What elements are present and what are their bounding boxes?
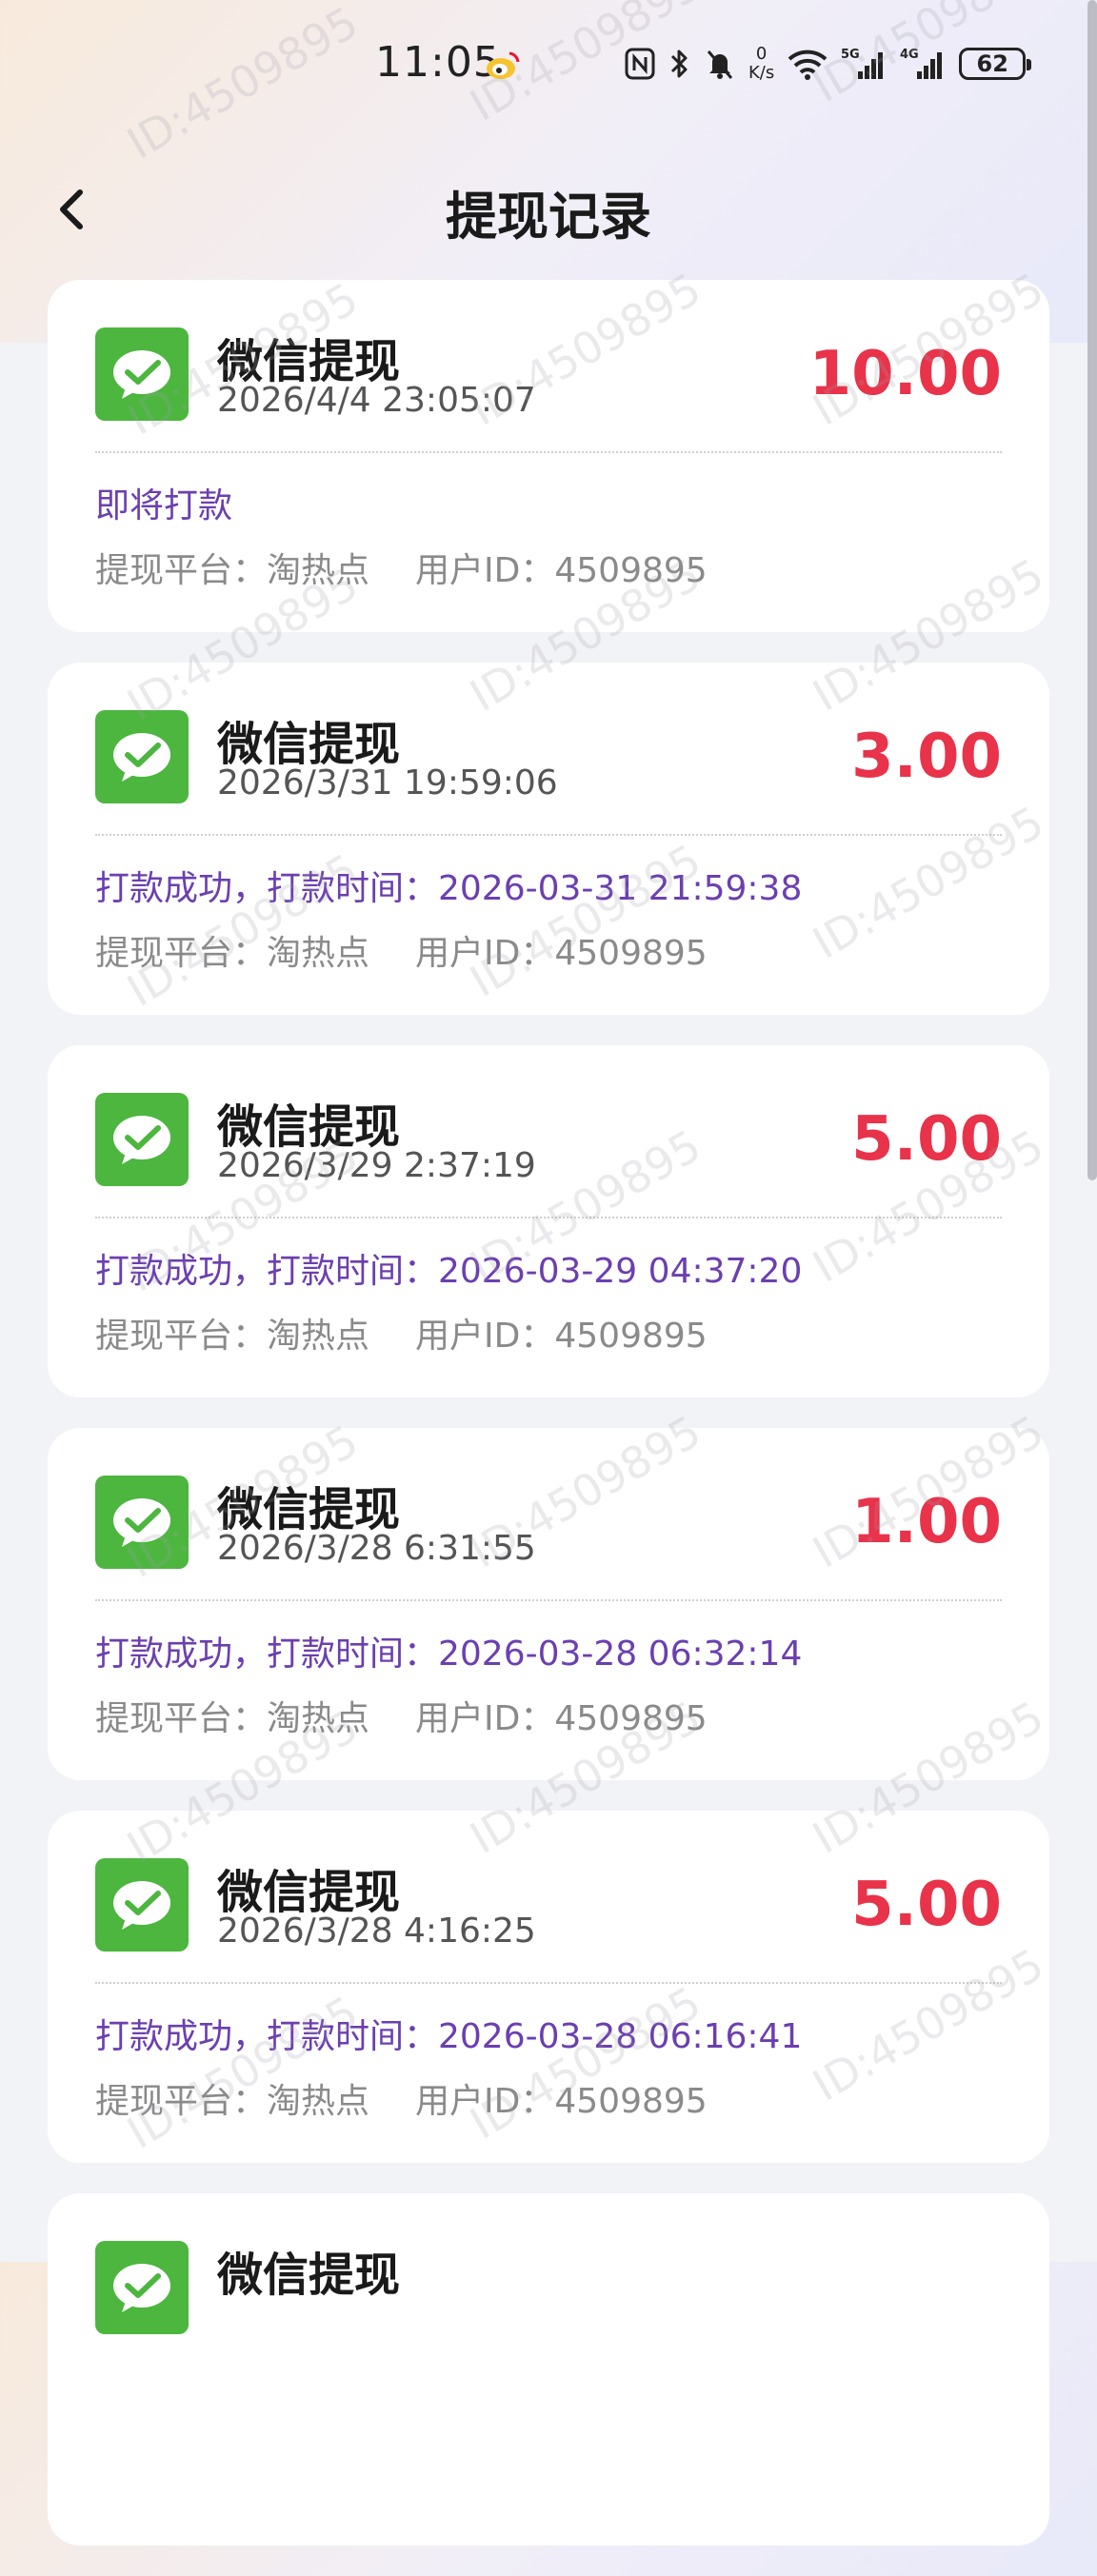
net-speed-value: 0 bbox=[755, 44, 768, 64]
battery-level: 62 bbox=[976, 50, 1008, 77]
scrollbar[interactable] bbox=[1087, 0, 1097, 1180]
withdrawal-record-card[interactable]: 微信提现 2026/3/29 2:37:19 5.00 打款成功，打款时间：20… bbox=[48, 1045, 1049, 1397]
wechat-icon bbox=[95, 710, 189, 803]
record-time: 2026/3/28 4:16:25 bbox=[217, 1912, 536, 1951]
net-speed: 0 K/s bbox=[748, 45, 774, 83]
record-time: 2026/4/4 23:05:07 bbox=[217, 381, 536, 420]
net-speed-unit: K/s bbox=[748, 63, 775, 83]
record-time: 2026/3/31 19:59:06 bbox=[217, 763, 558, 803]
wechat-icon bbox=[95, 2241, 189, 2334]
record-status: 打款成功，打款时间：2026-03-29 04:37:20 bbox=[95, 1252, 803, 1291]
record-time: 2026/3/28 6:31:55 bbox=[217, 1529, 536, 1568]
withdrawal-record-list[interactable]: 微信提现 2026/4/4 23:05:07 10.00 即将打款 提现平台：淘… bbox=[48, 280, 1049, 2576]
wechat-icon bbox=[95, 327, 189, 421]
divider bbox=[95, 451, 1002, 453]
record-meta: 提现平台：淘热点 用户ID：4509895 bbox=[95, 925, 708, 975]
wifi-icon bbox=[788, 48, 828, 80]
record-meta: 提现平台：淘热点 用户ID：4509895 bbox=[95, 1691, 708, 1740]
wechat-icon bbox=[95, 1476, 189, 1569]
bell-muted-icon bbox=[705, 48, 735, 80]
page-title: 提现记录 bbox=[446, 187, 651, 247]
record-user-id: 用户ID：4509895 bbox=[415, 1699, 708, 1738]
record-amount: 5.00 bbox=[851, 1870, 1002, 1940]
record-platform: 提现平台：淘热点 bbox=[95, 1317, 370, 1356]
record-status: 打款成功，打款时间：2026-03-28 06:32:14 bbox=[95, 1635, 803, 1674]
battery-icon: 62 bbox=[959, 48, 1032, 80]
record-status: 打款成功，打款时间：2026-03-31 21:59:38 bbox=[95, 869, 803, 908]
record-meta: 提现平台：淘热点 用户ID：4509895 bbox=[95, 1308, 708, 1357]
bluetooth-icon bbox=[668, 47, 691, 81]
divider bbox=[95, 1599, 1002, 1601]
record-status: 即将打款 bbox=[95, 486, 233, 525]
withdrawal-record-card[interactable]: 微信提现 2026/4/4 23:05:07 10.00 即将打款 提现平台：淘… bbox=[48, 280, 1049, 632]
signal-5g-icon: 5G bbox=[841, 47, 887, 81]
record-user-id: 用户ID：4509895 bbox=[415, 551, 708, 590]
record-title: 微信提现 bbox=[217, 2249, 401, 2302]
wechat-icon bbox=[95, 1093, 189, 1186]
status-time: 11:05 bbox=[375, 38, 501, 87]
record-user-id: 用户ID：4509895 bbox=[415, 2082, 708, 2121]
record-user-id: 用户ID：4509895 bbox=[415, 934, 708, 973]
wechat-icon bbox=[95, 1858, 189, 1952]
signal-4g-label: 4G bbox=[900, 48, 919, 62]
divider bbox=[95, 1217, 1002, 1219]
record-status: 打款成功，打款时间：2026-03-28 06:16:41 bbox=[95, 2017, 803, 2056]
withdrawal-record-card[interactable]: 微信提现 2026/3/28 4:16:25 5.00 打款成功，打款时间：20… bbox=[48, 1811, 1049, 2163]
record-platform: 提现平台：淘热点 bbox=[95, 1699, 370, 1738]
signal-5g-label: 5G bbox=[841, 48, 860, 62]
withdrawal-record-card[interactable]: 微信提现 2026/3/31 19:59:06 3.00 打款成功，打款时间：2… bbox=[48, 663, 1049, 1015]
status-icons: 0 K/s 5G 4G 62 bbox=[625, 40, 1032, 88]
record-amount: 10.00 bbox=[808, 339, 1002, 409]
signal-4g-icon: 4G bbox=[900, 47, 946, 81]
withdrawal-record-card[interactable]: 微信提现 bbox=[48, 2193, 1049, 2546]
status-bar: 11:05 0 K/s 5G 4G 62 bbox=[0, 0, 1097, 124]
nfc-icon bbox=[625, 48, 655, 80]
record-amount: 3.00 bbox=[851, 722, 1002, 792]
record-amount: 5.00 bbox=[851, 1104, 1002, 1175]
record-meta: 提现平台：淘热点 用户ID：4509895 bbox=[95, 2073, 708, 2123]
divider bbox=[95, 834, 1002, 836]
record-platform: 提现平台：淘热点 bbox=[95, 551, 370, 590]
record-time: 2026/3/29 2:37:19 bbox=[217, 1146, 536, 1185]
record-platform: 提现平台：淘热点 bbox=[95, 2082, 370, 2121]
record-amount: 1.00 bbox=[851, 1487, 1002, 1557]
record-user-id: 用户ID：4509895 bbox=[415, 1317, 708, 1356]
record-platform: 提现平台：淘热点 bbox=[95, 934, 370, 973]
weibo-icon bbox=[485, 50, 521, 82]
withdrawal-record-card[interactable]: 微信提现 2026/3/28 6:31:55 1.00 打款成功，打款时间：20… bbox=[48, 1428, 1049, 1780]
divider bbox=[95, 1982, 1002, 1984]
record-meta: 提现平台：淘热点 用户ID：4509895 bbox=[95, 543, 708, 592]
